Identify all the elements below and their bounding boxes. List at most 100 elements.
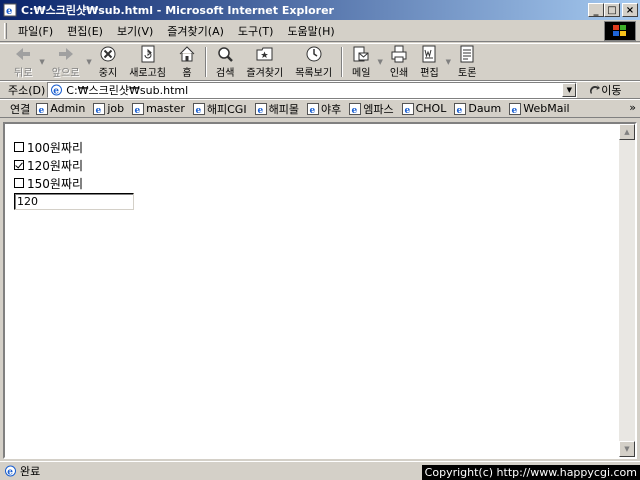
favorites-folder-icon bbox=[256, 45, 274, 63]
price-option-row: 120원짜리 bbox=[14, 156, 134, 174]
link-item[interactable]: e 해피CGI bbox=[192, 101, 247, 117]
svg-text:e: e bbox=[257, 106, 263, 115]
refresh-icon bbox=[139, 45, 157, 63]
menu-edit[interactable]: 편집(E) bbox=[60, 21, 110, 41]
svg-text:e: e bbox=[512, 106, 518, 115]
scroll-down-arrow-icon[interactable]: ▼ bbox=[619, 441, 635, 457]
home-label: 홈 bbox=[182, 68, 192, 79]
price-checkbox[interactable] bbox=[14, 160, 24, 170]
svg-text:e: e bbox=[135, 106, 141, 115]
mail-icon bbox=[352, 45, 370, 63]
link-label: CHOL bbox=[415, 102, 447, 115]
back-dropdown-icon[interactable]: ▼ bbox=[39, 58, 44, 66]
address-url: C:₩스크린샷₩sub.html bbox=[66, 84, 189, 97]
refresh-label: 새로고침 bbox=[129, 68, 167, 79]
address-dropdown-icon[interactable]: ▼ bbox=[562, 83, 577, 97]
search-icon bbox=[216, 45, 234, 63]
address-input[interactable]: e C:₩스크린샷₩sub.html ▼ bbox=[47, 82, 578, 98]
ie-page-icon: e bbox=[306, 102, 319, 115]
links-bar: 연결 e Admin e job e master e 해피CGI e 해피몰 e 야후 e 엠파스 e CH… bbox=[0, 99, 640, 118]
menu-favorites[interactable]: 즐겨찾기(A) bbox=[160, 21, 231, 41]
ie-page-icon: e bbox=[36, 102, 49, 115]
windows-logo-icon bbox=[604, 21, 636, 41]
copyright-watermark: Copyright(c) http://www.happycgi.com bbox=[421, 465, 640, 480]
menu-bar: 파일(F) 편집(E) 보기(V) 즐겨찾기(A) 도구(T) 도움말(H) bbox=[0, 20, 640, 42]
mail-dropdown-icon[interactable]: ▼ bbox=[377, 58, 382, 66]
minimize-button[interactable]: _ bbox=[588, 3, 604, 17]
search-button[interactable]: 검색 bbox=[210, 44, 240, 80]
ie-page-icon: e bbox=[401, 102, 414, 115]
forward-dropdown-icon[interactable]: ▼ bbox=[86, 58, 91, 66]
toolbar-grip[interactable] bbox=[4, 22, 7, 39]
title-bar[interactable]: e C:₩스크린샷₩sub.html - Microsoft Internet … bbox=[0, 0, 640, 20]
link-item[interactable]: e CHOL bbox=[401, 102, 447, 115]
link-label: Admin bbox=[50, 102, 86, 115]
vertical-scrollbar[interactable]: ▲ ▼ bbox=[619, 124, 635, 457]
refresh-button[interactable]: 새로고침 bbox=[123, 44, 172, 80]
link-item[interactable]: e Daum bbox=[454, 102, 501, 115]
edit-dropdown-icon[interactable]: ▼ bbox=[446, 58, 451, 66]
forward-button[interactable]: 앞으로 bbox=[46, 44, 86, 80]
status-text: 완료 bbox=[20, 465, 41, 478]
back-button[interactable]: 뒤로 bbox=[8, 44, 38, 80]
link-label: 해피CGI bbox=[206, 102, 247, 116]
print-label: 인쇄 bbox=[389, 68, 409, 79]
link-label: 엠파스 bbox=[363, 102, 394, 116]
links-more-chevron-icon[interactable]: » bbox=[629, 101, 636, 114]
link-label: master bbox=[146, 102, 185, 115]
price-option-row: 150원짜리 bbox=[14, 174, 134, 192]
favorites-label: 즐겨찾기 bbox=[246, 68, 284, 79]
go-button[interactable]: 이동 bbox=[589, 82, 622, 98]
search-label: 검색 bbox=[216, 68, 235, 79]
menu-view[interactable]: 보기(V) bbox=[110, 21, 160, 41]
maximize-button[interactable]: □ bbox=[604, 3, 620, 17]
link-item[interactable]: e master bbox=[132, 102, 185, 115]
link-item[interactable]: e 해피몰 bbox=[254, 101, 299, 117]
menu-file[interactable]: 파일(F) bbox=[11, 21, 60, 41]
window-title: C:₩스크린샷₩sub.html - Microsoft Internet Ex… bbox=[21, 4, 334, 17]
link-label: WebMail bbox=[523, 102, 570, 115]
address-label: 주소(D) bbox=[8, 84, 46, 97]
printer-icon bbox=[390, 45, 408, 63]
page-done-icon: e bbox=[5, 465, 16, 477]
svg-text:e: e bbox=[39, 106, 45, 115]
stop-button[interactable]: 중지 bbox=[93, 44, 123, 80]
scroll-up-arrow-icon[interactable]: ▲ bbox=[619, 124, 635, 140]
discuss-icon bbox=[458, 45, 476, 63]
price-checkbox[interactable] bbox=[14, 142, 24, 152]
link-item[interactable]: e job bbox=[93, 102, 124, 115]
print-button[interactable]: 인쇄 bbox=[384, 44, 414, 80]
svg-text:e: e bbox=[96, 106, 102, 115]
price-option-label: 150원짜리 bbox=[27, 176, 84, 191]
link-item[interactable]: e WebMail bbox=[509, 102, 570, 115]
discuss-label: 토론 bbox=[458, 68, 477, 79]
svg-text:e: e bbox=[404, 106, 410, 115]
web-page: 100원짜리 120원짜리 150원짜리 120 bbox=[14, 138, 134, 210]
history-button[interactable]: 목록보기 bbox=[289, 44, 338, 80]
page-content-area: 100원짜리 120원짜리 150원짜리 120 ▲ ▼ bbox=[3, 122, 637, 459]
home-button[interactable]: 홈 bbox=[172, 44, 202, 80]
menu-help[interactable]: 도움말(H) bbox=[280, 21, 341, 41]
svg-text:e: e bbox=[54, 87, 60, 97]
history-icon bbox=[305, 45, 323, 63]
mail-button[interactable]: 메일 bbox=[346, 44, 376, 80]
back-label: 뒤로 bbox=[14, 68, 33, 79]
price-option-row: 100원짜리 bbox=[14, 138, 134, 156]
price-checkbox[interactable] bbox=[14, 178, 24, 188]
edit-button[interactable]: 편집 bbox=[414, 44, 444, 80]
link-label: 야후 bbox=[320, 102, 342, 116]
ie-page-icon: e bbox=[132, 102, 145, 115]
menu-tools[interactable]: 도구(T) bbox=[231, 21, 281, 41]
go-label: 이동 bbox=[601, 84, 622, 97]
discuss-button[interactable]: 토론 bbox=[452, 44, 482, 80]
favorites-button[interactable]: 즐겨찾기 bbox=[240, 44, 289, 80]
link-item[interactable]: e 야후 bbox=[306, 101, 342, 117]
ie-page-icon: e bbox=[454, 102, 467, 115]
price-option-label: 100원짜리 bbox=[27, 140, 84, 155]
link-item[interactable]: e 엠파스 bbox=[349, 101, 394, 117]
mail-label: 메일 bbox=[352, 68, 371, 79]
close-button[interactable]: × bbox=[622, 3, 638, 17]
ie-app-icon[interactable]: e bbox=[3, 3, 17, 17]
link-item[interactable]: e Admin bbox=[36, 102, 85, 115]
price-text-input[interactable]: 120 bbox=[14, 193, 134, 210]
